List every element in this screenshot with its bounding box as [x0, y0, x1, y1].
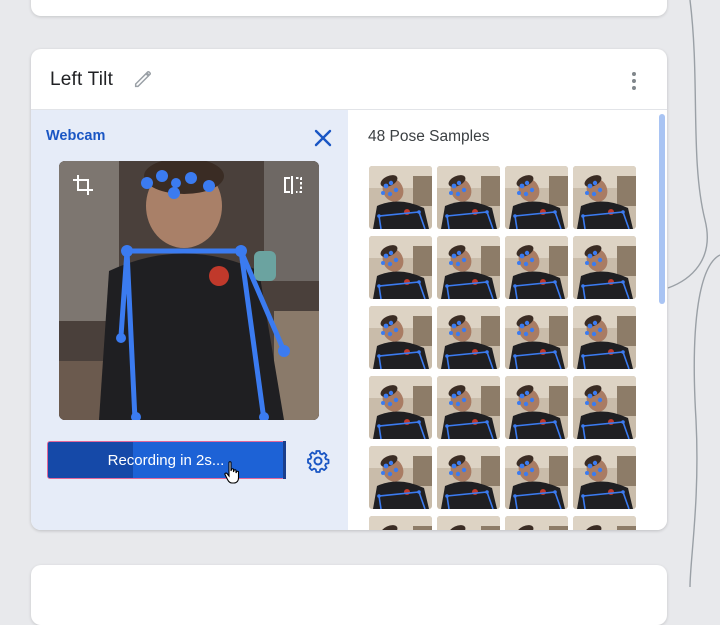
webcam-panel: Webcam Recording in 2s...	[31, 110, 348, 530]
webcam-label: Webcam	[46, 128, 106, 144]
pose-sample-thumbnail[interactable]	[369, 376, 432, 439]
class-name: Left Tilt	[50, 69, 114, 90]
pose-sample-thumbnail[interactable]	[505, 446, 568, 509]
pose-sample-thumbnail[interactable]	[505, 376, 568, 439]
pose-sample-thumbnail[interactable]	[505, 306, 568, 369]
crop-icon[interactable]	[71, 173, 95, 197]
samples-scrollbar[interactable]	[659, 114, 665, 304]
record-button[interactable]: Recording in 2s...	[47, 441, 285, 479]
record-button-label: Recording in 2s...	[107, 451, 225, 469]
class-card: Left Tilt Webcam Recording in 2s... 48 P…	[31, 49, 667, 530]
more-vert-icon[interactable]	[628, 69, 640, 93]
webcam-preview	[59, 161, 319, 420]
close-icon[interactable]	[313, 128, 333, 148]
pose-sample-thumbnail[interactable]	[573, 166, 636, 229]
pose-sample-thumbnail[interactable]	[573, 376, 636, 439]
pose-sample-thumbnail[interactable]	[573, 516, 636, 530]
pencil-icon[interactable]	[132, 68, 154, 90]
pose-sample-thumbnail[interactable]	[573, 446, 636, 509]
pose-sample-thumbnail[interactable]	[369, 236, 432, 299]
pose-sample-thumbnail[interactable]	[369, 166, 432, 229]
pose-sample-thumbnail[interactable]	[505, 236, 568, 299]
webcam-frame	[59, 161, 319, 420]
record-button-edge	[283, 441, 286, 479]
pose-sample-thumbnail[interactable]	[505, 166, 568, 229]
pose-sample-thumbnail[interactable]	[437, 376, 500, 439]
pose-sample-thumbnail[interactable]	[437, 236, 500, 299]
samples-panel: 48 Pose Samples	[348, 110, 667, 530]
pose-sample-thumbnail[interactable]	[437, 166, 500, 229]
pose-sample-thumbnail[interactable]	[573, 306, 636, 369]
sample-grid	[369, 166, 639, 530]
pose-sample-thumbnail[interactable]	[573, 236, 636, 299]
gear-icon[interactable]	[306, 449, 330, 473]
pose-sample-thumbnail[interactable]	[437, 516, 500, 530]
card-header: Left Tilt	[31, 49, 667, 110]
samples-count-title: 48 Pose Samples	[368, 128, 490, 145]
next-class-card	[31, 565, 667, 625]
pose-sample-thumbnail[interactable]	[369, 516, 432, 530]
pose-sample-thumbnail[interactable]	[437, 306, 500, 369]
pose-sample-thumbnail[interactable]	[369, 306, 432, 369]
flip-icon[interactable]	[281, 173, 305, 197]
pose-sample-thumbnail[interactable]	[369, 446, 432, 509]
pose-sample-thumbnail[interactable]	[437, 446, 500, 509]
previous-class-card	[31, 0, 667, 16]
pose-sample-thumbnail[interactable]	[505, 516, 568, 530]
